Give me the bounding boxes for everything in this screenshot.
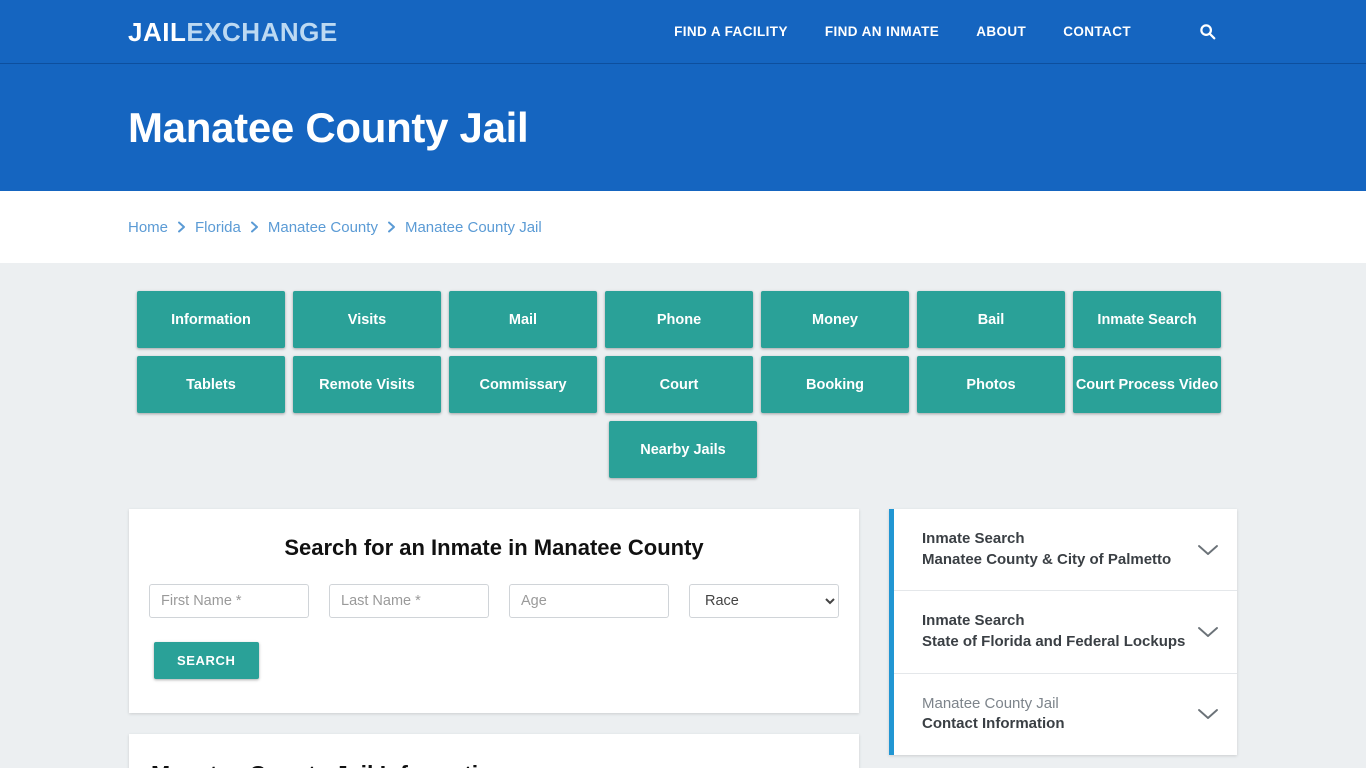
facility-button-remote-visits[interactable]: Remote Visits: [293, 356, 441, 413]
chevron-down-icon[interactable]: [1197, 625, 1219, 639]
content-area: Information Visits Mail Phone Money Bail…: [0, 263, 1366, 768]
nav-item-find-a-facility[interactable]: FIND A FACILITY: [674, 24, 788, 39]
chevron-down-icon[interactable]: [1197, 707, 1219, 721]
accordion-item-text: Inmate Search Manatee County & City of P…: [922, 529, 1187, 570]
race-select[interactable]: Race: [689, 584, 839, 618]
accordion-line-1: Inmate Search: [922, 530, 1025, 547]
accordion-item-text: Inmate Search State of Florida and Feder…: [922, 611, 1187, 652]
search-fields-row: Race: [149, 584, 839, 618]
age-input[interactable]: [509, 584, 669, 618]
breadcrumb-item-manatee-county[interactable]: Manatee County: [268, 219, 378, 236]
site-header: JAILEXCHANGE FIND A FACILITY FIND AN INM…: [0, 0, 1366, 64]
accordion-item-contact-information[interactable]: Manatee County Jail Contact Information: [894, 674, 1237, 755]
facility-button-court-process-video[interactable]: Court Process Video: [1073, 356, 1221, 413]
search-submit-button[interactable]: SEARCH: [154, 642, 259, 679]
facility-button-nearby-jails[interactable]: Nearby Jails: [609, 421, 757, 478]
accordion-item-inmate-search-county[interactable]: Inmate Search Manatee County & City of P…: [894, 509, 1237, 592]
page-title: Manatee County Jail: [128, 103, 529, 151]
sidebar-accordion: Inmate Search Manatee County & City of P…: [889, 509, 1237, 756]
first-name-input[interactable]: [149, 584, 309, 618]
facility-nav-button-grid: Information Visits Mail Phone Money Bail…: [137, 291, 1229, 421]
logo-text-primary: JAIL: [128, 16, 187, 47]
search-card-title: Search for an Inmate in Manatee County: [284, 535, 704, 560]
nav-item-contact[interactable]: CONTACT: [1063, 24, 1131, 39]
chevron-right-icon: [387, 221, 396, 233]
breadcrumb: Home Florida Manatee County Manatee Coun…: [128, 219, 542, 236]
facility-button-inmate-search[interactable]: Inmate Search: [1073, 291, 1221, 348]
breadcrumb-item-home[interactable]: Home: [128, 219, 168, 236]
facility-information-title: Manatee County Jail Information: [151, 761, 837, 768]
logo-text-secondary: EXCHANGE: [186, 16, 338, 47]
chevron-right-icon: [177, 221, 186, 233]
main-navigation: FIND A FACILITY FIND AN INMATE ABOUT CON…: [674, 23, 1216, 40]
search-icon[interactable]: [1199, 23, 1216, 40]
facility-button-phone[interactable]: Phone: [605, 291, 753, 348]
hero-banner: Manatee County Jail: [0, 64, 1366, 191]
search-button-wrap: SEARCH: [149, 642, 839, 679]
facility-button-money[interactable]: Money: [761, 291, 909, 348]
facility-button-booking[interactable]: Booking: [761, 356, 909, 413]
facility-button-information[interactable]: Information: [137, 291, 285, 348]
chevron-down-icon[interactable]: [1197, 543, 1219, 557]
left-column: Search for an Inmate in Manatee County R…: [129, 509, 859, 768]
main-columns: Search for an Inmate in Manatee County R…: [129, 509, 1237, 768]
facility-nav-button-row-last: Nearby Jails: [137, 421, 1229, 486]
right-column: Inmate Search Manatee County & City of P…: [889, 509, 1237, 756]
accordion-item-text: Manatee County Jail Contact Information: [922, 694, 1187, 735]
facility-button-tablets[interactable]: Tablets: [137, 356, 285, 413]
facility-button-bail[interactable]: Bail: [917, 291, 1065, 348]
last-name-input[interactable]: [329, 584, 489, 618]
chevron-right-icon: [250, 221, 259, 233]
accordion-line-2: State of Florida and Federal Lockups: [922, 633, 1186, 651]
accordion-line-1: Manatee County Jail: [922, 694, 1059, 712]
facility-button-court[interactable]: Court: [605, 356, 753, 413]
facility-button-mail[interactable]: Mail: [449, 291, 597, 348]
breadcrumb-bar: Home Florida Manatee County Manatee Coun…: [0, 191, 1366, 263]
site-logo[interactable]: JAILEXCHANGE: [128, 19, 338, 45]
nav-item-find-an-inmate[interactable]: FIND AN INMATE: [825, 24, 939, 39]
accordion-item-inmate-search-state[interactable]: Inmate Search State of Florida and Feder…: [894, 591, 1237, 674]
facility-button-commissary[interactable]: Commissary: [449, 356, 597, 413]
accordion-line-2: Manatee County & City of Palmetto: [922, 550, 1172, 568]
facility-information-card: Manatee County Jail Information: [129, 734, 859, 768]
facility-button-visits[interactable]: Visits: [293, 291, 441, 348]
accordion-line-2: Contact Information: [922, 715, 1065, 733]
inmate-search-card: Search for an Inmate in Manatee County R…: [129, 509, 859, 713]
accordion-line-1: Inmate Search: [922, 612, 1025, 630]
breadcrumb-item-manatee-county-jail[interactable]: Manatee County Jail: [405, 219, 542, 236]
breadcrumb-item-florida[interactable]: Florida: [195, 219, 241, 236]
nav-item-about[interactable]: ABOUT: [976, 24, 1026, 39]
facility-button-photos[interactable]: Photos: [917, 356, 1065, 413]
